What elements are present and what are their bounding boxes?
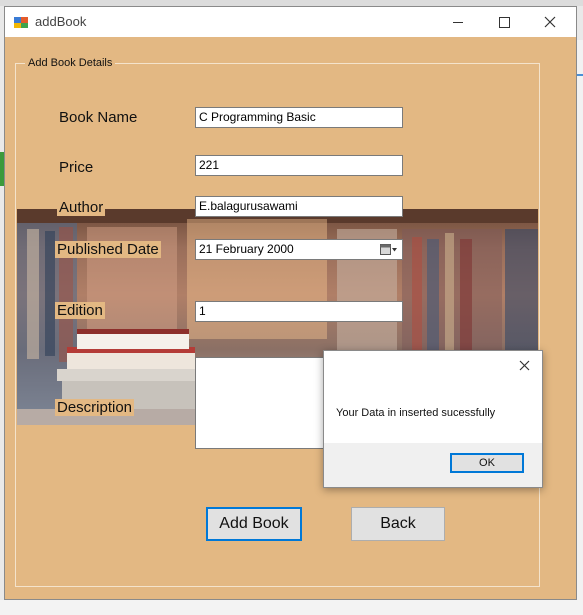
book-name-input[interactable]: C Programming Basic [195, 107, 403, 128]
close-icon [544, 16, 556, 28]
window-title: addBook [35, 14, 87, 29]
message-text: Your Data in inserted sucessfully [336, 407, 496, 419]
close-button[interactable] [527, 7, 573, 37]
group-box-label: Add Book Details [25, 57, 116, 69]
description-label: Description [55, 399, 135, 416]
minimize-button[interactable] [435, 7, 481, 37]
form-client-area: Add Book Details Book Name C Programming… [5, 37, 576, 599]
maximize-button[interactable] [481, 7, 527, 37]
published-date-value: 21 February 2000 [199, 242, 294, 256]
desktop-background-right [577, 40, 583, 600]
edition-input[interactable]: 1 [195, 301, 403, 322]
back-button[interactable]: Back [351, 507, 445, 541]
addbook-window: addBook Add Book Details Book Name C Pro… [4, 6, 577, 600]
description-textarea[interactable] [195, 357, 325, 449]
message-box-dialog: Your Data in inserted sucessfully OK [323, 350, 543, 488]
price-input[interactable]: 221 [195, 155, 403, 176]
maximize-icon [498, 16, 510, 28]
title-bar[interactable]: addBook [5, 7, 576, 37]
price-label: Price [57, 159, 96, 176]
minimize-icon [453, 21, 463, 23]
published-date-label: Published Date [55, 241, 161, 258]
calendar-dropdown-icon[interactable] [380, 243, 398, 256]
book-name-label: Book Name [57, 109, 140, 126]
author-input[interactable]: E.balagurusawami [195, 196, 403, 217]
author-label: Author [57, 199, 106, 216]
close-icon [519, 360, 529, 371]
desktop-background-bottom [0, 600, 583, 615]
ok-button[interactable]: OK [450, 453, 524, 473]
desktop-accent-line [577, 74, 583, 76]
edition-label: Edition [55, 302, 105, 319]
add-book-button[interactable]: Add Book [206, 507, 302, 541]
message-box-footer: OK [324, 443, 542, 487]
dialog-close-button[interactable] [516, 359, 532, 375]
app-icon [14, 17, 28, 28]
published-date-picker[interactable]: 21 February 2000 [195, 239, 403, 260]
